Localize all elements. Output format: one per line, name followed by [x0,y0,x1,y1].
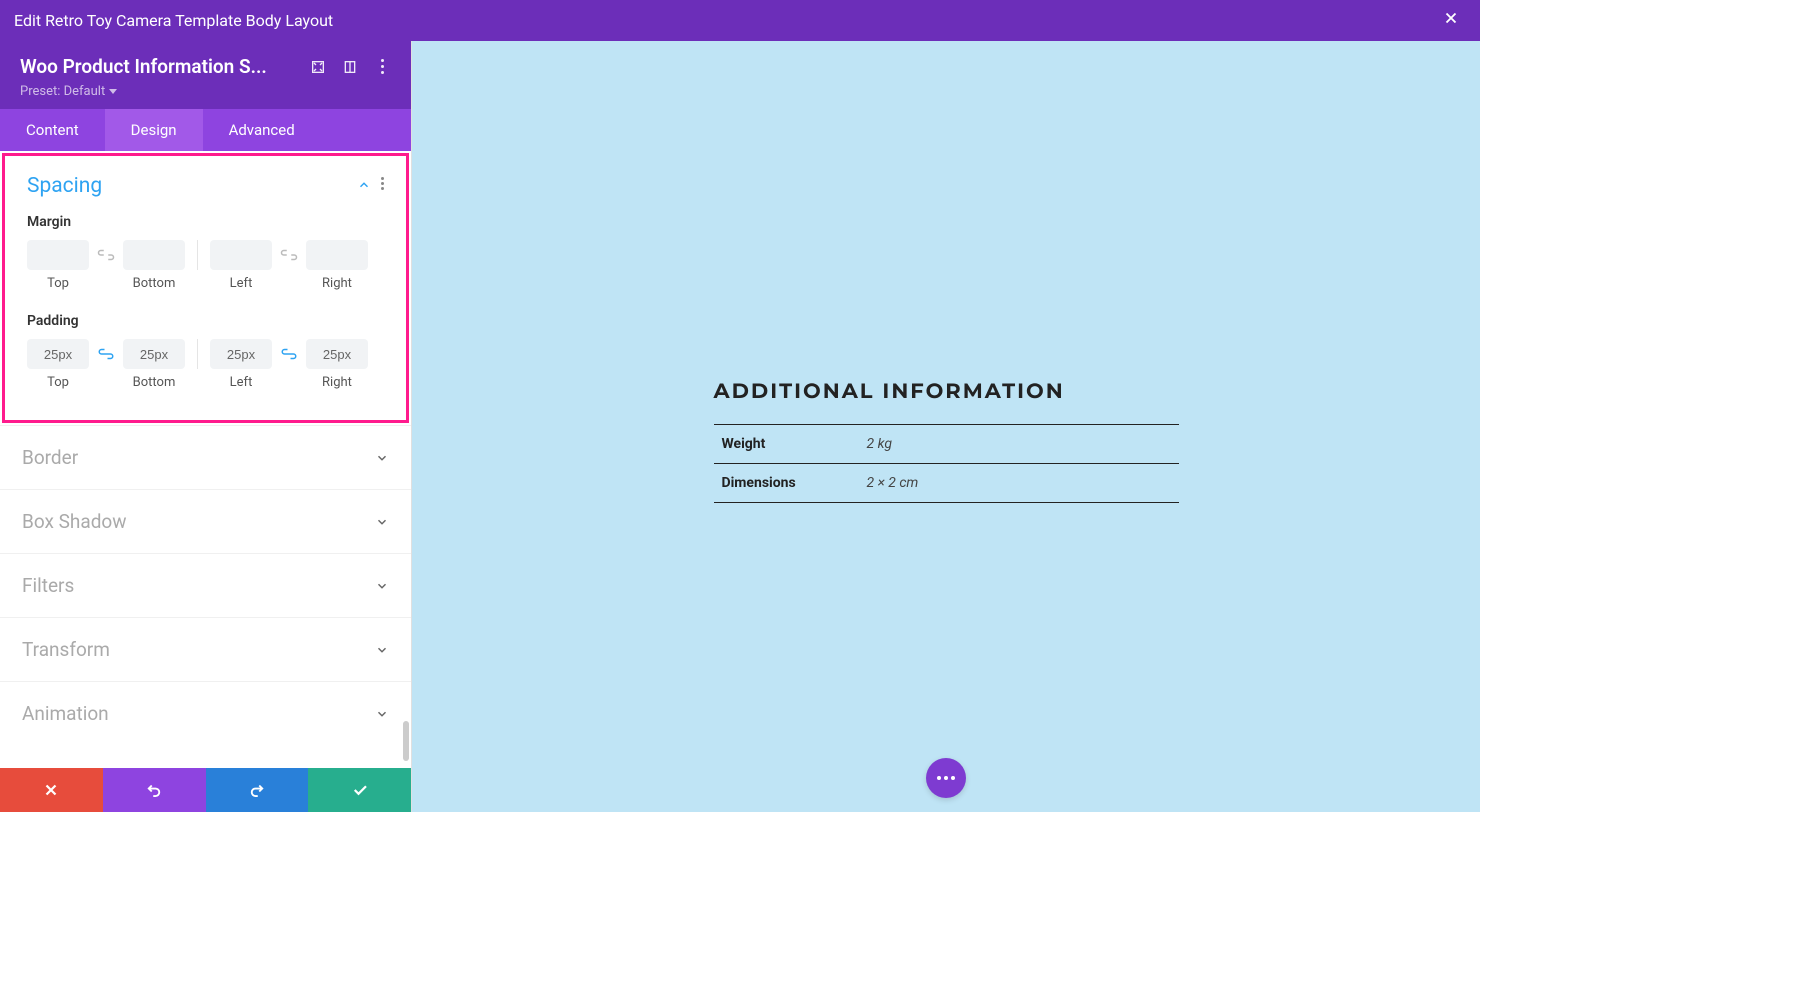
margin-bottom-input[interactable] [123,240,185,270]
divider [197,339,198,369]
row-key: Dimensions [714,464,859,503]
section-title: Filters [22,574,375,597]
info-heading: ADDITIONAL INFORMATION [714,379,1179,404]
settings-sidebar: Woo Product Information S... Preset: Def… [0,41,412,812]
unlink-icon[interactable] [97,246,115,264]
padding-right-input[interactable] [306,339,368,369]
responsive-icon[interactable] [341,58,359,76]
close-icon[interactable] [1436,8,1466,33]
label-bottom: Bottom [123,375,185,390]
module-header: Woo Product Information S... Preset: Def… [0,41,411,109]
preset-selector[interactable]: Preset: Default [20,84,391,99]
section-title: Box Shadow [22,510,375,533]
more-icon[interactable] [373,58,391,76]
divider [197,240,198,270]
collapse-icon[interactable] [357,177,371,196]
chevron-down-icon [375,707,389,721]
row-value: 2 kg [859,425,1179,464]
section-title: Border [22,446,375,469]
section-filters[interactable]: Filters [0,553,411,617]
fab-button[interactable] [926,758,966,798]
bottom-actions [0,768,411,812]
section-title: Animation [22,702,375,725]
tab-advanced[interactable]: Advanced [203,109,321,151]
module-title: Woo Product Information S... [20,55,295,78]
margin-left-input[interactable] [210,240,272,270]
row-value: 2 × 2 cm [859,464,1179,503]
margin-top-input[interactable] [27,240,89,270]
titlebar-title: Edit Retro Toy Camera Template Body Layo… [14,11,1436,30]
spacing-section: Spacing Margin [2,153,409,423]
chevron-down-icon [375,579,389,593]
scrollbar-thumb[interactable] [403,721,409,761]
margin-label: Margin [27,214,384,230]
label-bottom: Bottom [123,276,185,291]
more-horizontal-icon [937,776,955,780]
padding-label: Padding [27,313,384,329]
label-top: Top [27,276,89,291]
label-left: Left [210,375,272,390]
unlink-icon[interactable] [280,246,298,264]
preview-module: ADDITIONAL INFORMATION Weight 2 kg Dimen… [714,379,1179,812]
link-icon[interactable] [97,345,115,363]
padding-bottom-input[interactable] [123,339,185,369]
label-right: Right [306,375,368,390]
tab-content[interactable]: Content [0,109,105,151]
expand-icon[interactable] [309,58,327,76]
discard-button[interactable] [0,768,103,812]
section-animation[interactable]: Animation [0,681,411,745]
section-transform[interactable]: Transform [0,617,411,681]
panel-scroll[interactable]: Spacing Margin [0,151,411,768]
section-box-shadow[interactable]: Box Shadow [0,489,411,553]
label-left: Left [210,276,272,291]
chevron-down-icon [375,643,389,657]
margin-right-input[interactable] [306,240,368,270]
table-row: Weight 2 kg [714,425,1179,464]
table-row: Dimensions 2 × 2 cm [714,464,1179,503]
section-border[interactable]: Border [0,425,411,489]
preset-label: Preset: Default [20,84,105,99]
redo-button[interactable] [206,768,309,812]
padding-top-input[interactable] [27,339,89,369]
section-more-icon[interactable] [381,177,384,196]
save-button[interactable] [308,768,411,812]
settings-tabs: Content Design Advanced [0,109,411,151]
caret-down-icon [109,89,117,94]
preview-canvas[interactable]: ADDITIONAL INFORMATION Weight 2 kg Dimen… [412,41,1480,812]
tab-design[interactable]: Design [105,109,203,151]
label-top: Top [27,375,89,390]
undo-button[interactable] [103,768,206,812]
label-right: Right [306,276,368,291]
chevron-down-icon [375,515,389,529]
titlebar: Edit Retro Toy Camera Template Body Layo… [0,0,1480,41]
info-table: Weight 2 kg Dimensions 2 × 2 cm [714,424,1179,503]
spacing-title[interactable]: Spacing [27,174,357,198]
chevron-down-icon [375,451,389,465]
padding-left-input[interactable] [210,339,272,369]
link-icon[interactable] [280,345,298,363]
section-title: Transform [22,638,375,661]
row-key: Weight [714,425,859,464]
